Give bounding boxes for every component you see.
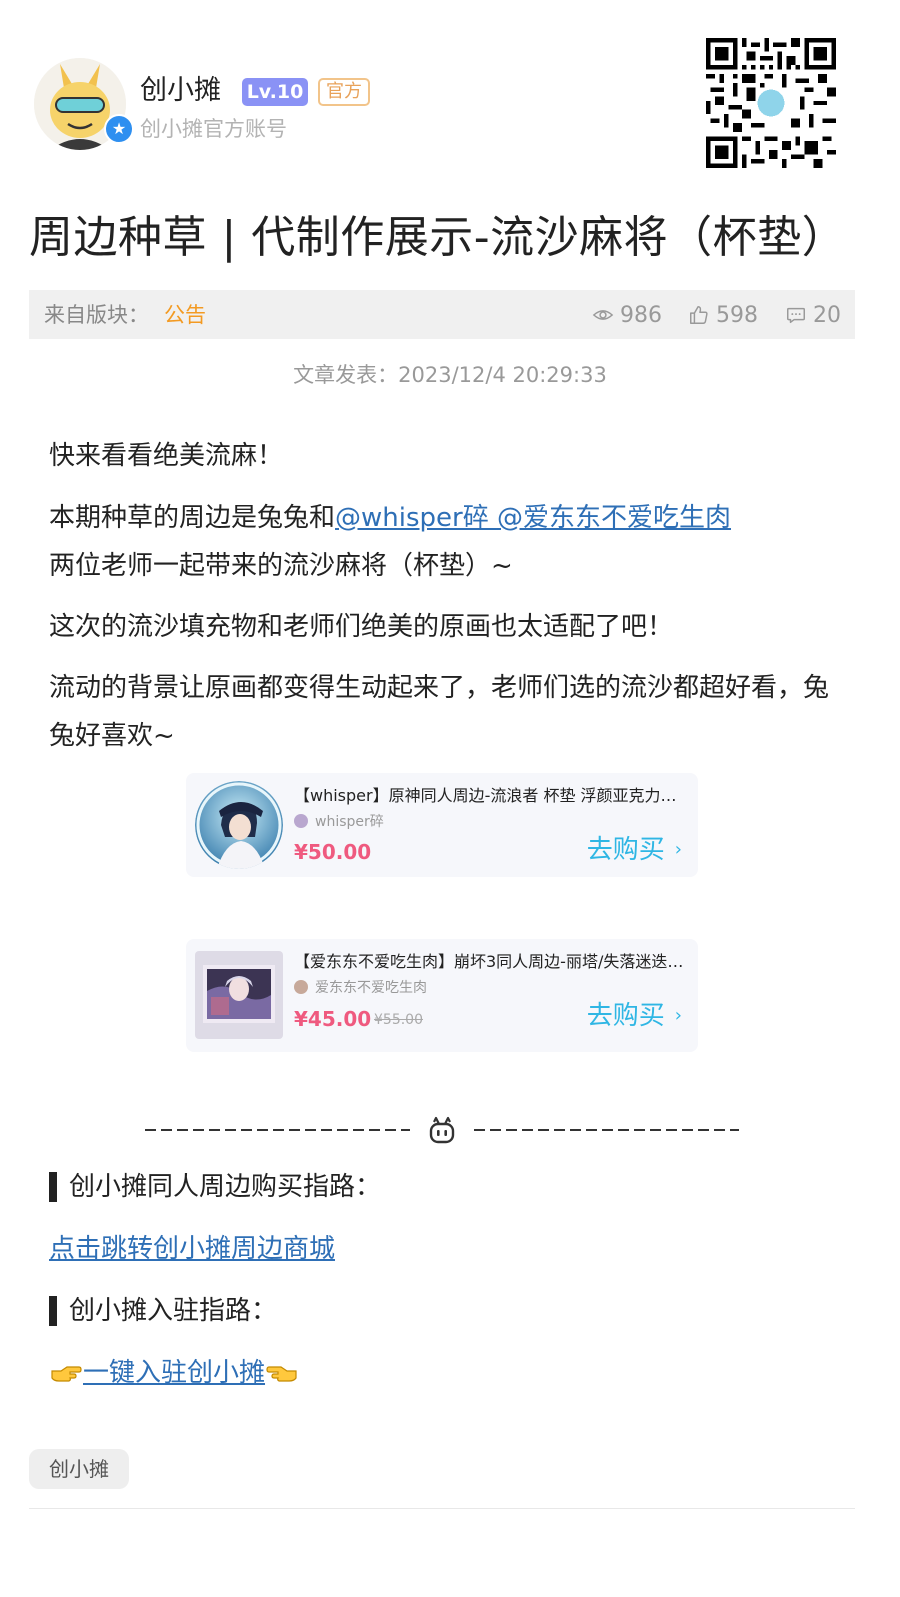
buy-button-label: 去购买 (586, 1001, 665, 1031)
level-badge: Lv.10 (242, 78, 308, 106)
join-link[interactable]: 一键入驻创小摊 (49, 1358, 299, 1388)
product-seller[interactable]: whisper碎 (294, 811, 384, 831)
author-name[interactable]: 创小摊 (140, 72, 221, 110)
pointing-right-hand-icon (49, 1361, 83, 1387)
eye-icon (592, 310, 614, 320)
shop-guide-heading: 创小摊同人周边购买指路： (49, 1167, 381, 1207)
comment-icon (787, 307, 805, 324)
join-guide-heading: 创小摊入驻指路： (49, 1291, 277, 1331)
verified-star-icon: ★ (104, 114, 134, 144)
paragraph-text: 两位老师一起带来的流沙麻将（杯垫）~ (49, 551, 513, 581)
chevron-right-icon: › (674, 1005, 682, 1026)
comments-count: 20 (813, 302, 841, 328)
heading-bar (49, 1296, 57, 1326)
views-count: 986 (620, 302, 662, 328)
post-title: 周边种草 | 代制作展示-流沙麻将（杯垫） (29, 212, 847, 263)
body-paragraph-3: 这次的流沙填充物和老师们绝美的原画也太适配了吧！ (49, 612, 674, 642)
likes-stat[interactable]: 598 (688, 300, 758, 330)
body-paragraph-1: 快来看看绝美流麻！ (49, 441, 284, 471)
views-stat: 986 (592, 300, 662, 330)
product-thumbnail[interactable] (195, 781, 283, 869)
join-link-line: 一键入驻创小摊 (49, 1353, 299, 1393)
product-price: ¥50.00 (294, 840, 372, 864)
likes-count: 598 (716, 302, 758, 328)
buy-button[interactable]: 去购买 › (587, 833, 682, 867)
buy-button-label: 去购买 (586, 835, 665, 865)
seller-avatar (294, 814, 308, 828)
buy-button[interactable]: 去购买 › (587, 999, 682, 1033)
product-title[interactable]: 【爱东东不爱吃生肉】崩坏3同人周边-丽塔/失落迷迭 流沙麻将 (294, 951, 686, 973)
body-paragraph-4: 流动的背景让原画都变得生动起来了，老师们选的流沙都超好看，兔兔好喜欢~ (49, 673, 830, 751)
section-divider (145, 1112, 739, 1148)
divider-dashes-left (145, 1129, 410, 1131)
mention-aidongdong-link[interactable]: @爱东东不爱吃生肉 (497, 503, 731, 533)
comments-stat[interactable]: 20 (785, 300, 841, 330)
board-label: 来自版块： (44, 303, 149, 327)
product-original-price: ¥55.00 (374, 1012, 423, 1028)
post-meta-bar: 来自版块： 公告 986 598 20 (29, 290, 855, 339)
divider-dashes-right (474, 1129, 739, 1131)
product-thumbnail[interactable] (195, 951, 283, 1039)
product-card[interactable]: 【爱东东不爱吃生肉】崩坏3同人周边-丽塔/失落迷迭 流沙麻将 爱东东不爱吃生肉 … (186, 939, 698, 1052)
qr-code (706, 38, 836, 168)
product-card[interactable]: 【whisper】原神同人周边-流浪者 杯垫 浮颜亚克力底座 whisper碎 … (186, 773, 698, 877)
author-description: 创小摊官方账号 (140, 117, 287, 141)
thumbs-up-icon (690, 306, 708, 324)
publish-time: 文章发表：2023/12/4 20:29:33 (293, 363, 607, 387)
official-badge: 官方 (318, 78, 370, 106)
topic-tag[interactable]: 创小摊 (29, 1449, 129, 1489)
heading-bar (49, 1172, 57, 1202)
body-paragraph-2: 本期种草的周边是兔兔和@whisper碎 @爱东东不爱吃生肉 两位老师一起带来的… (49, 494, 839, 590)
join-link-text: 一键入驻创小摊 (83, 1358, 266, 1388)
footer-divider (29, 1508, 855, 1509)
seller-avatar (294, 980, 308, 994)
board-link[interactable]: 公告 (164, 301, 206, 329)
heading-text: 创小摊入驻指路： (69, 1296, 278, 1326)
mascot-icon (429, 1116, 455, 1144)
seller-name: whisper碎 (315, 814, 384, 830)
heading-text: 创小摊同人周边购买指路： (69, 1172, 382, 1202)
product-seller[interactable]: 爱东东不爱吃生肉 (294, 977, 427, 997)
shop-link[interactable]: 点击跳转创小摊周边商城 (49, 1234, 335, 1264)
product-title[interactable]: 【whisper】原神同人周边-流浪者 杯垫 浮颜亚克力底座 (294, 785, 686, 807)
paragraph-text: 本期种草的周边是兔兔和 (49, 503, 336, 533)
mention-whisper-link[interactable]: @whisper碎 (335, 503, 497, 533)
shop-link-line: 点击跳转创小摊周边商城 (49, 1229, 335, 1269)
product-price: ¥45.00 (294, 1007, 372, 1031)
seller-name: 爱东东不爱吃生肉 (315, 980, 427, 996)
pointing-left-hand-icon (265, 1361, 299, 1387)
chevron-right-icon: › (674, 839, 682, 860)
